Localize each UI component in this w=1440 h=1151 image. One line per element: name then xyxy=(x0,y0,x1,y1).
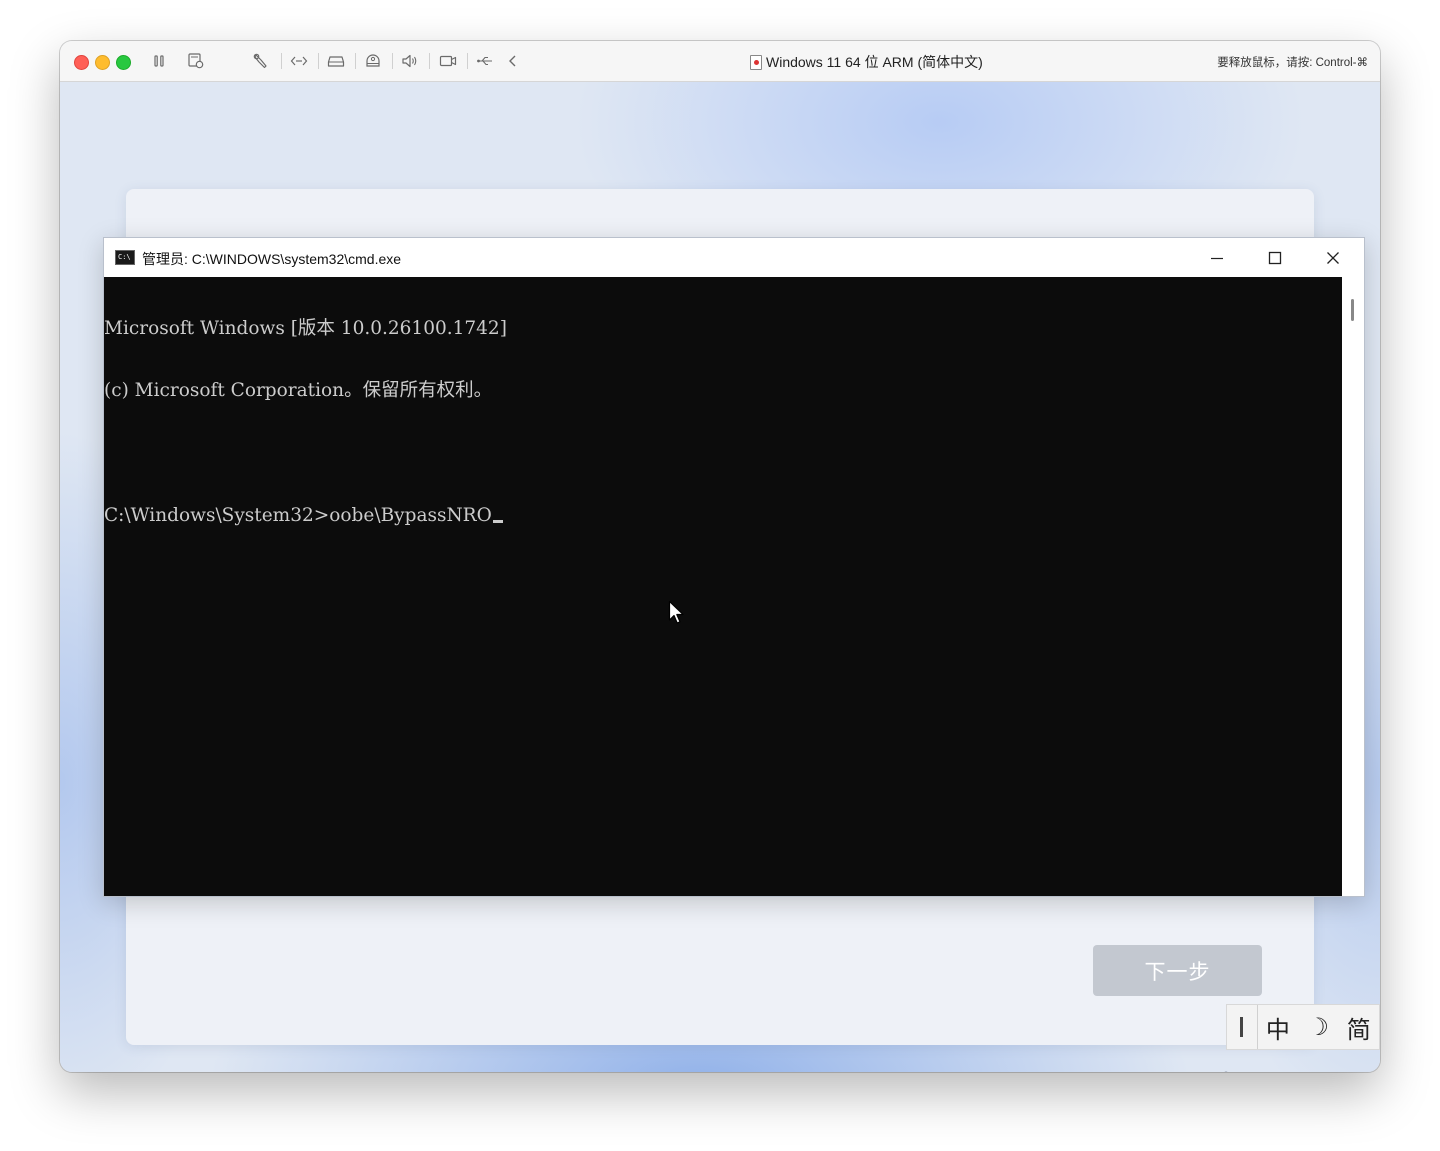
text-cursor xyxy=(492,519,503,523)
volume-icon[interactable] xyxy=(1273,1069,1301,1072)
vm-titlebar: Windows 11 64 位 ARM (简体中文) 要释放鼠标，请按: Con… xyxy=(60,41,1380,82)
usb-icon[interactable] xyxy=(475,51,495,71)
cmd-scrollbar[interactable] xyxy=(1342,277,1364,896)
scrollbar-thumb[interactable] xyxy=(1351,299,1354,321)
vm-window-title: Windows 11 64 位 ARM (简体中文) xyxy=(750,52,983,72)
printer-icon[interactable] xyxy=(363,51,383,71)
console-prompt-text: C:\Windows\System32>oobe\BypassNRO xyxy=(104,504,492,526)
vm-window-title-text: Windows 11 64 位 ARM (简体中文) xyxy=(766,54,983,70)
minimize-window-button[interactable] xyxy=(95,55,110,70)
toolbar-separator xyxy=(281,53,282,69)
camera-icon[interactable] xyxy=(438,51,458,71)
mouse-release-hint: 要释放鼠标，请按: Control-⌘ xyxy=(1217,57,1368,69)
toolbar-separator xyxy=(467,53,468,69)
volume-icon[interactable] xyxy=(400,51,420,71)
pause-icon[interactable] xyxy=(149,51,169,71)
toolbar-separator xyxy=(355,53,356,69)
zoom-window-button[interactable] xyxy=(116,55,131,70)
ime-script-toggle[interactable]: 简 xyxy=(1339,1010,1379,1045)
minimize-icon[interactable] xyxy=(1188,238,1246,277)
cmd-app-icon: C:\ xyxy=(115,250,135,265)
snapshot-icon[interactable] xyxy=(186,51,206,71)
settings-wrench-icon[interactable] xyxy=(251,51,271,71)
maximize-icon[interactable] xyxy=(1246,238,1304,277)
console-prompt-line: C:\Windows\System32>oobe\BypassNRO xyxy=(104,504,1342,527)
console-line: (c) Microsoft Corporation。保留所有权利。 xyxy=(104,379,493,401)
ime-drag-handle[interactable] xyxy=(1227,1005,1258,1049)
code-icon[interactable] xyxy=(289,51,309,71)
toolbar-separator xyxy=(318,53,319,69)
cmd-window-title: 管理员: C:\WINDOWS\system32\cmd.exe xyxy=(142,251,402,267)
console-line: Microsoft Windows [版本 10.0.26100.1742] xyxy=(104,317,507,339)
ime-toolbar: 中 ☽ 简 xyxy=(1226,1004,1380,1050)
cmd-console[interactable]: Microsoft Windows [版本 10.0.26100.1742] (… xyxy=(104,277,1342,896)
accessibility-icon[interactable] xyxy=(1212,1069,1240,1072)
document-icon xyxy=(750,54,762,70)
disk-icon[interactable] xyxy=(326,51,346,71)
toolbar-separator xyxy=(429,53,430,69)
close-icon[interactable] xyxy=(1304,238,1362,277)
vm-window: Windows 11 64 位 ARM (简体中文) 要释放鼠标，请按: Con… xyxy=(60,41,1380,1072)
ime-mode-toggle[interactable]: 中 xyxy=(1258,1010,1298,1045)
close-window-button[interactable] xyxy=(74,55,89,70)
cmd-titlebar[interactable]: C:\ 管理员: C:\WINDOWS\system32\cmd.exe xyxy=(104,238,1364,277)
toolbar-separator xyxy=(392,53,393,69)
vm-screen[interactable]: 下一步 中 ☽ 简 C:\ 管理员: C:\WINDOWS\system32\c… xyxy=(60,82,1380,1072)
ime-width-toggle[interactable]: ☽ xyxy=(1298,1013,1338,1041)
chevron-left-icon[interactable] xyxy=(503,51,523,71)
mouse-pointer-icon xyxy=(668,600,686,631)
cmd-window: C:\ 管理员: C:\WINDOWS\system32\cmd.exe Mic… xyxy=(103,237,1365,897)
next-button[interactable]: 下一步 xyxy=(1093,945,1262,996)
